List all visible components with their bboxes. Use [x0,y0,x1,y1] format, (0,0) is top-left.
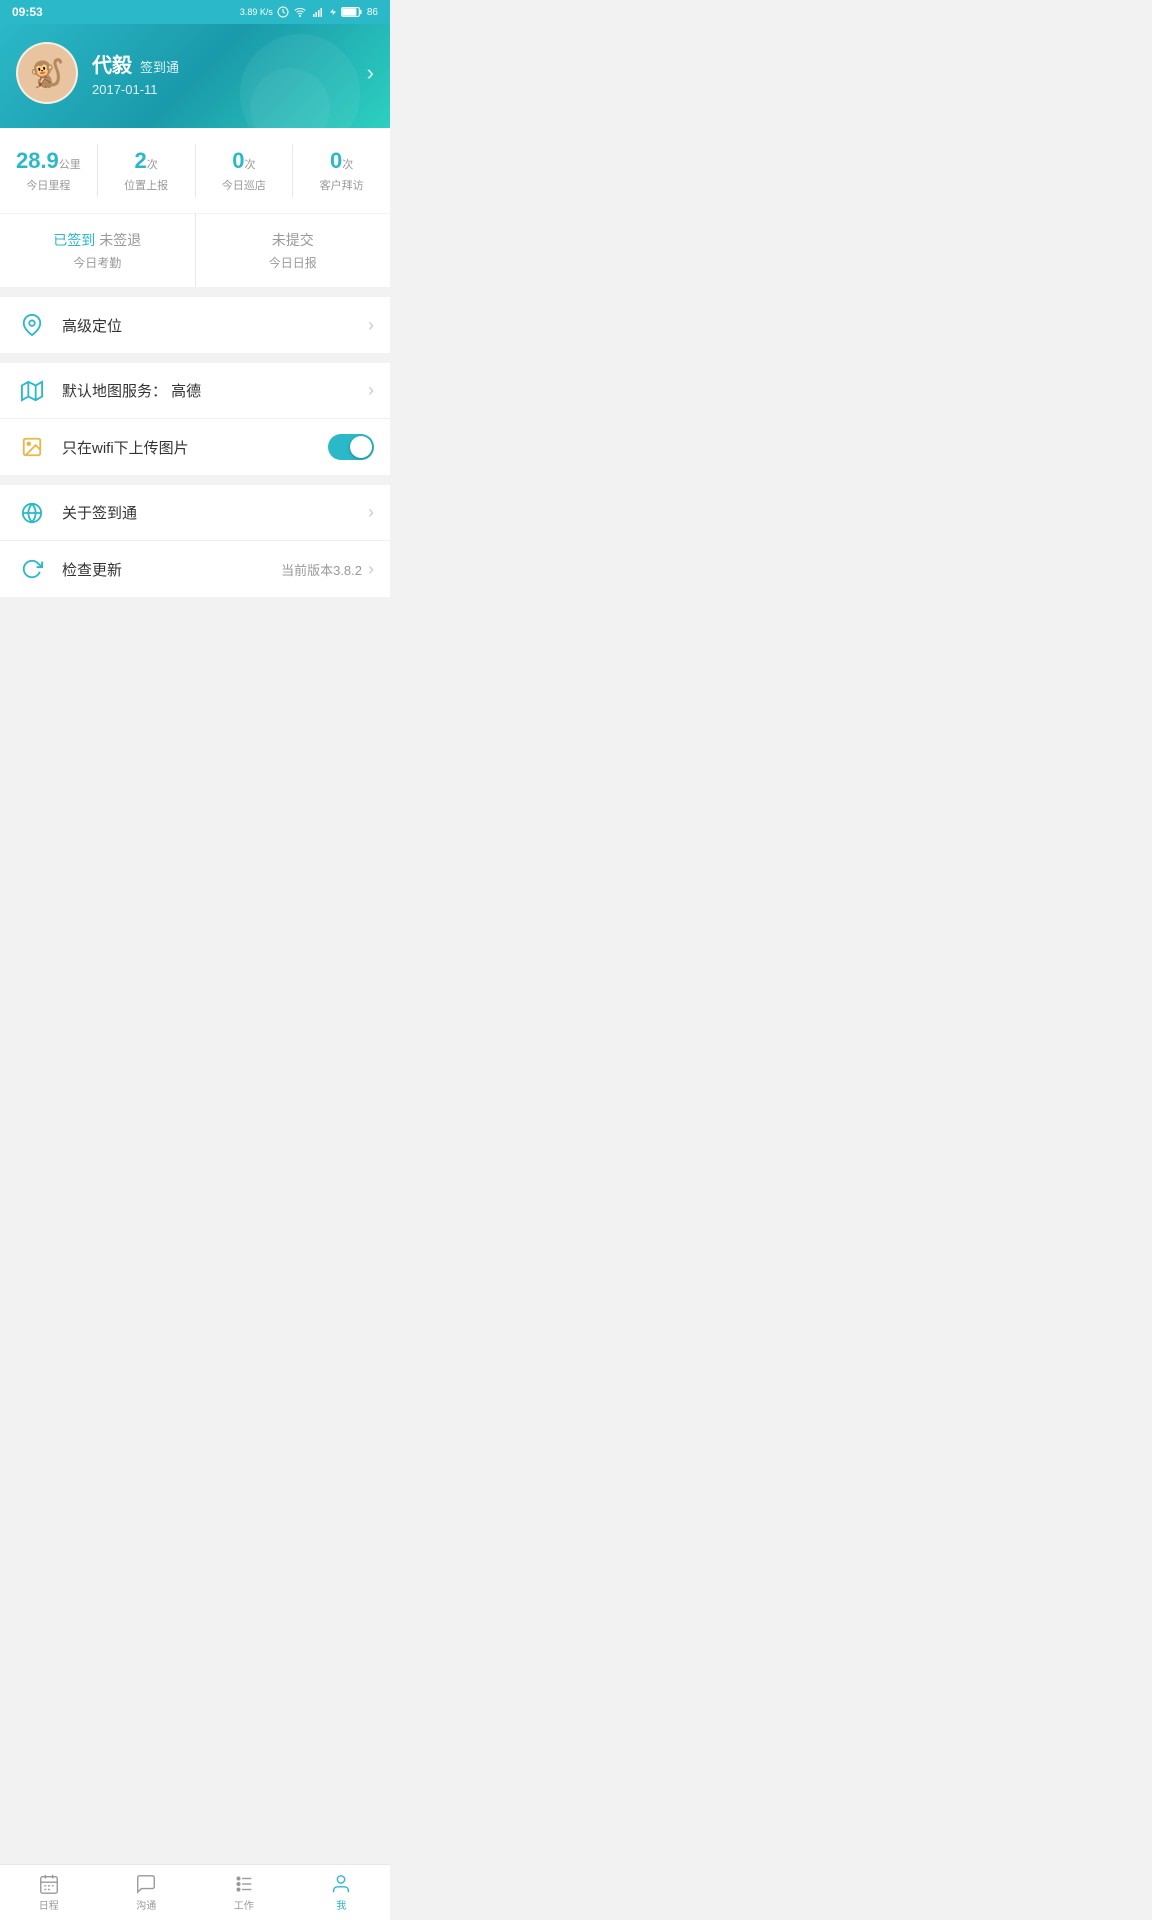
profile-info: 代毅 签到通 2017-01-11 [92,49,179,97]
menu-item-map[interactable]: 默认地图服务： 高德 › [0,363,390,419]
nav-work[interactable]: 工作 [195,1865,293,1920]
menu-update-chevron: › [368,559,374,580]
profile-chevron[interactable]: › [367,60,374,86]
menu-item-update[interactable]: 检查更新 当前版本3.8.2 › [0,541,390,597]
attendance-section: 已签到 未签退 今日考勤 未提交 今日日报 [0,214,390,287]
wifi-toggle[interactable] [328,434,374,460]
attendance-today-label: 今日考勤 [8,254,187,271]
stat-report-unit: 次 [147,159,158,171]
nav-me[interactable]: 我 [293,1865,391,1920]
calendar-icon [38,1873,60,1895]
menu-update-version: 当前版本3.8.2 [281,560,362,579]
stat-visit-unit: 次 [342,159,353,171]
toggle-knob [350,436,372,458]
menu-update-label: 检查更新 [62,559,281,580]
stat-patrol-value: 0 [232,148,244,173]
person-icon [330,1873,352,1895]
profile-name: 代毅 [92,49,132,78]
chat-icon [135,1873,157,1895]
menu-location-label: 高级定位 [62,315,368,336]
stat-visit-label: 客户拜访 [301,177,382,193]
menu-map-chevron: › [368,380,374,401]
nav-schedule[interactable]: 日程 [0,1865,98,1920]
stat-distance-unit: 公里 [59,159,81,171]
nav-work-label: 工作 [234,1897,254,1912]
header-banner: 🐒 代毅 签到通 2017-01-11 › [0,24,390,128]
profile-app-name: 签到通 [140,57,179,76]
attendance-checkin[interactable]: 已签到 未签退 今日考勤 [0,214,196,287]
attendance-report[interactable]: 未提交 今日日报 [196,214,391,287]
clock-icon [277,6,289,18]
status-bar: 09:53 3.89 K/s [0,0,390,24]
refresh-icon [16,553,48,585]
stat-distance: 28.9公里 今日里程 [0,144,98,197]
wifi-icon [293,6,307,18]
stat-patrol-label: 今日巡店 [204,177,285,193]
nav-me-label: 我 [336,1897,346,1912]
stat-distance-value: 28.9 [16,148,59,173]
battery-icon [341,6,363,18]
nav-chat[interactable]: 沟通 [98,1865,196,1920]
checkin-status-unsigned: 未签退 [99,230,141,250]
stat-report: 2次 位置上报 [98,144,196,197]
report-status: 未提交 [272,230,314,250]
profile-date: 2017-01-11 [92,82,179,97]
charging-icon [329,6,337,18]
stat-patrol-unit: 次 [245,159,256,171]
menu-section-2: 默认地图服务： 高德 › 只在wifi下上传图片 [0,363,390,475]
bottom-nav: 日程 沟通 工作 我 [0,1864,390,1920]
location-icon [16,309,48,341]
menu-location-chevron: › [368,315,374,336]
battery-level: 86 [367,7,378,18]
divider-3 [0,475,390,485]
stat-visit-value: 0 [330,148,342,173]
stat-report-label: 位置上报 [106,177,187,193]
menu-item-location[interactable]: 高级定位 › [0,297,390,353]
nav-chat-label: 沟通 [136,1897,156,1912]
menu-item-wifi[interactable]: 只在wifi下上传图片 [0,419,390,475]
menu-wifi-label: 只在wifi下上传图片 [62,437,328,458]
avatar: 🐒 [16,42,78,104]
menu-map-label: 默认地图服务： 高德 [62,380,368,401]
menu-about-chevron: › [368,502,374,523]
list-icon [233,1873,255,1895]
status-time: 09:53 [12,5,43,19]
menu-about-label: 关于签到通 [62,502,368,523]
map-icon [16,375,48,407]
stat-patrol: 0次 今日巡店 [196,144,294,197]
checkin-status-signed: 已签到 [53,230,95,250]
nav-schedule-label: 日程 [39,1897,59,1912]
status-icons: 3.89 K/s 86 [240,6,378,18]
divider-2 [0,353,390,363]
signal-icon [311,6,325,18]
image-upload-icon [16,431,48,463]
globe-icon [16,497,48,529]
stat-distance-label: 今日里程 [8,177,89,193]
stat-report-value: 2 [135,148,147,173]
menu-item-about[interactable]: 关于签到通 › [0,485,390,541]
speed-indicator: 3.89 K/s [240,7,273,17]
divider-1 [0,287,390,297]
menu-section-3: 关于签到通 › 检查更新 当前版本3.8.2 › [0,485,390,597]
report-today-label: 今日日报 [204,254,383,271]
menu-section-1: 高级定位 › [0,297,390,353]
profile-left: 🐒 代毅 签到通 2017-01-11 [16,42,179,104]
